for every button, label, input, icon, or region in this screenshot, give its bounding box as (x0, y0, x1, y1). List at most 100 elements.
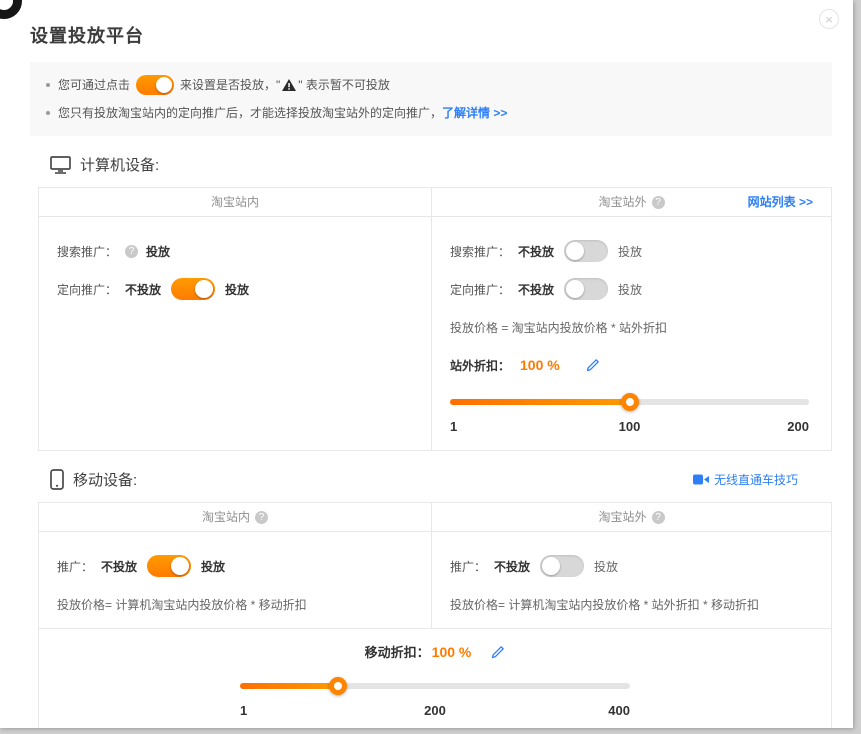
mobile-onsite-toggle[interactable] (147, 555, 191, 577)
slider-handle[interactable] (621, 393, 639, 411)
computer-offsite-search-toggle[interactable] (564, 240, 608, 262)
on-label: 投放 (201, 558, 225, 575)
edit-icon[interactable] (491, 645, 505, 659)
on-label: 投放 (618, 243, 642, 260)
on-label: 投放 (225, 281, 249, 298)
computer-offsite-header: 淘宝站外? 网站列表 >> (431, 188, 831, 216)
mobile-slider-labels: 1 200 400 (240, 703, 630, 718)
computer-table-header: 淘宝站内 淘宝站外? 网站列表 >> (39, 188, 831, 217)
mobile-offsite-header: 淘宝站外? (431, 503, 831, 531)
computer-section-title: 计算机设备: (80, 154, 159, 175)
mobile-offsite-cell: 推广： 不投放 投放 投放价格= 计算机淘宝站内投放价格 * 站外折扣 * 移动… (431, 532, 831, 628)
mobile-discount-slider[interactable] (240, 677, 630, 695)
mobile-onsite-header: 淘宝站内? (39, 503, 431, 531)
slider-mid-label: 100 (619, 419, 641, 434)
mobile-slider-wrap: 1 200 400 (240, 677, 630, 718)
help-icon[interactable]: ? (255, 511, 268, 524)
slider-max-label: 400 (608, 703, 630, 718)
header-label: 淘宝站外 (598, 510, 646, 524)
mobile-table-body: 推广： 不投放 投放 投放价格= 计算机淘宝站内投放价格 * 移动折扣 推广： … (39, 532, 831, 628)
mobile-discount-row: 移动折扣： 100 % 1 200 400 (39, 628, 831, 728)
on-label: 投放 (594, 558, 618, 575)
dialog-title: 设置投放平台 (0, 0, 853, 48)
settings-dialog: × 设置投放平台 您可通过点击 来设置是否投放，" " 表示暂不可投放 您只有投… (0, 0, 853, 728)
toggle-knob (195, 280, 213, 298)
mobile-onsite-promo-row: 推广： 不投放 投放 (57, 554, 409, 578)
slider-mid-label: 200 (424, 703, 446, 718)
wireless-tips-link[interactable]: 无线直通车技巧 (693, 471, 798, 488)
off-label: 不投放 (101, 558, 137, 575)
offsite-price-formula: 投放价格 = 淘宝站内投放价格 * 站外折扣 (450, 315, 809, 339)
slider-fill (240, 683, 338, 689)
computer-onsite-search-row: 搜索推广： ? 投放 (57, 239, 409, 263)
mobile-offsite-toggle[interactable] (540, 555, 584, 577)
mobile-discount-line: 移动折扣： 100 % (39, 642, 831, 661)
notice-line-2: 您只有投放淘宝站内的定向推广后，才能选择投放淘宝站外的定向推广， 了解详情 >> (44, 99, 818, 127)
close-button[interactable]: × (819, 9, 839, 29)
mobile-offsite-formula: 投放价格= 计算机淘宝站内投放价格 * 站外折扣 * 移动折扣 (450, 592, 809, 616)
notice-text: 您可通过点击 (58, 71, 130, 99)
offsite-discount-row: 站外折扣： 100 % (450, 353, 809, 377)
mobile-discount-label: 移动折扣： (365, 642, 430, 661)
offsite-discount-slider[interactable] (450, 393, 809, 411)
notice-text: 来设置是否投放，" (180, 71, 280, 99)
computer-offsite-search-row: 搜索推广： 不投放 投放 (450, 239, 809, 263)
mobile-table: 淘宝站内? 淘宝站外? 推广： 不投放 投放 投放价格= 计算机淘宝站内投放价格… (38, 502, 832, 728)
close-icon: × (825, 12, 833, 27)
website-list-link[interactable]: 网站列表 >> (748, 188, 813, 216)
toggle-knob (566, 280, 584, 298)
computer-offsite-target-toggle[interactable] (564, 278, 608, 300)
header-label: 淘宝站内 (202, 510, 250, 524)
edit-icon[interactable] (586, 358, 600, 372)
computer-onsite-target-toggle[interactable] (171, 278, 215, 300)
offsite-discount-label: 站外折扣： (450, 357, 510, 374)
offsite-discount-value: 100 % (520, 357, 560, 373)
slider-max-label: 200 (787, 419, 809, 434)
search-promo-label: 搜索推广： (450, 243, 510, 260)
slider-fill (450, 399, 630, 405)
help-icon[interactable]: ? (652, 511, 665, 524)
mobile-section-header: 移动设备: 无线直通车技巧 (50, 469, 832, 490)
mobile-discount-value: 100 % (432, 644, 472, 660)
computer-icon (50, 156, 71, 174)
promo-label: 推广： (57, 558, 93, 575)
help-icon[interactable]: ? (652, 196, 665, 209)
off-label: 不投放 (494, 558, 530, 575)
computer-table-body: 搜索推广： ? 投放 定向推广： 不投放 投放 搜索推广： 不投放 投放 (39, 217, 831, 450)
search-promo-label: 搜索推广： (57, 243, 117, 260)
help-icon[interactable]: ? (125, 245, 138, 258)
toggle-knob (566, 242, 584, 260)
bullet-icon (46, 83, 50, 87)
computer-section-header: 计算机设备: (50, 154, 832, 175)
video-icon (693, 474, 709, 485)
search-promo-value: 投放 (146, 243, 170, 260)
notice-text: " 表示暂不可投放 (298, 71, 390, 99)
slider-min-label: 1 (450, 419, 457, 434)
slider-min-label: 1 (240, 703, 247, 718)
mobile-offsite-promo-row: 推广： 不投放 投放 (450, 554, 809, 578)
header-label: 淘宝站内 (211, 195, 259, 209)
bullet-icon (46, 111, 50, 115)
warning-icon (282, 79, 296, 91)
mobile-section-title: 移动设备: (73, 469, 137, 490)
computer-offsite-cell: 搜索推广： 不投放 投放 定向推广： 不投放 投放 投放价格 = 淘宝站内投放价… (431, 217, 831, 450)
toggle-knob (542, 557, 560, 575)
demo-toggle (136, 75, 174, 95)
promo-label: 推广： (450, 558, 486, 575)
learn-more-link[interactable]: 了解详情 >> (442, 99, 507, 127)
computer-onsite-header: 淘宝站内 (39, 188, 431, 216)
notice-box: 您可通过点击 来设置是否投放，" " 表示暂不可投放 您只有投放淘宝站内的定向推… (30, 62, 832, 136)
off-label: 不投放 (125, 281, 161, 298)
mobile-onsite-formula: 投放价格= 计算机淘宝站内投放价格 * 移动折扣 (57, 592, 409, 616)
mobile-onsite-cell: 推广： 不投放 投放 投放价格= 计算机淘宝站内投放价格 * 移动折扣 (39, 532, 431, 628)
target-promo-label: 定向推广： (450, 281, 510, 298)
target-promo-label: 定向推广： (57, 281, 117, 298)
slider-handle[interactable] (329, 677, 347, 695)
notice-line-1: 您可通过点击 来设置是否投放，" " 表示暂不可投放 (44, 71, 818, 99)
offsite-slider-labels: 1 100 200 (450, 419, 809, 434)
header-label: 淘宝站外 (598, 195, 646, 209)
off-label: 不投放 (518, 243, 554, 260)
computer-offsite-target-row: 定向推广： 不投放 投放 (450, 277, 809, 301)
computer-table: 淘宝站内 淘宝站外? 网站列表 >> 搜索推广： ? 投放 定向推广： 不投放 … (38, 187, 832, 451)
computer-onsite-cell: 搜索推广： ? 投放 定向推广： 不投放 投放 (39, 217, 431, 450)
